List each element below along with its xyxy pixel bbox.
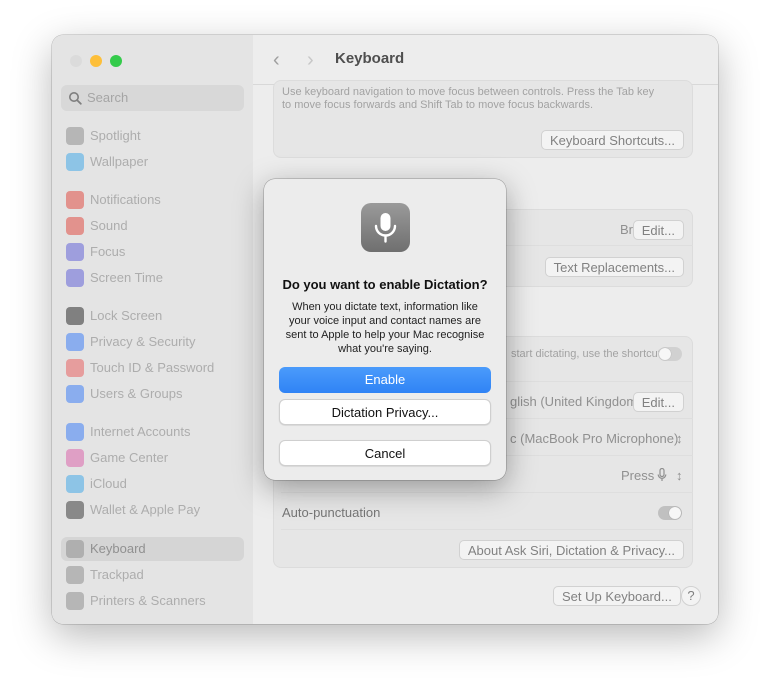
dialog-title: Do you want to enable Dictation? xyxy=(282,277,488,292)
dialog-message: When you dictate text, information like … xyxy=(285,301,485,355)
settings-window: Search Spotlight Wallpaper Notifications So… xyxy=(52,35,718,624)
microphone-icon xyxy=(374,213,397,243)
enable-button[interactable]: Enable xyxy=(279,367,491,393)
cancel-button[interactable]: Cancel xyxy=(279,440,491,466)
dictation-app-icon xyxy=(361,203,410,252)
dictation-privacy-button[interactable]: Dictation Privacy... xyxy=(279,399,491,425)
enable-dictation-dialog: Do you want to enable Dictation? When yo… xyxy=(264,179,506,480)
